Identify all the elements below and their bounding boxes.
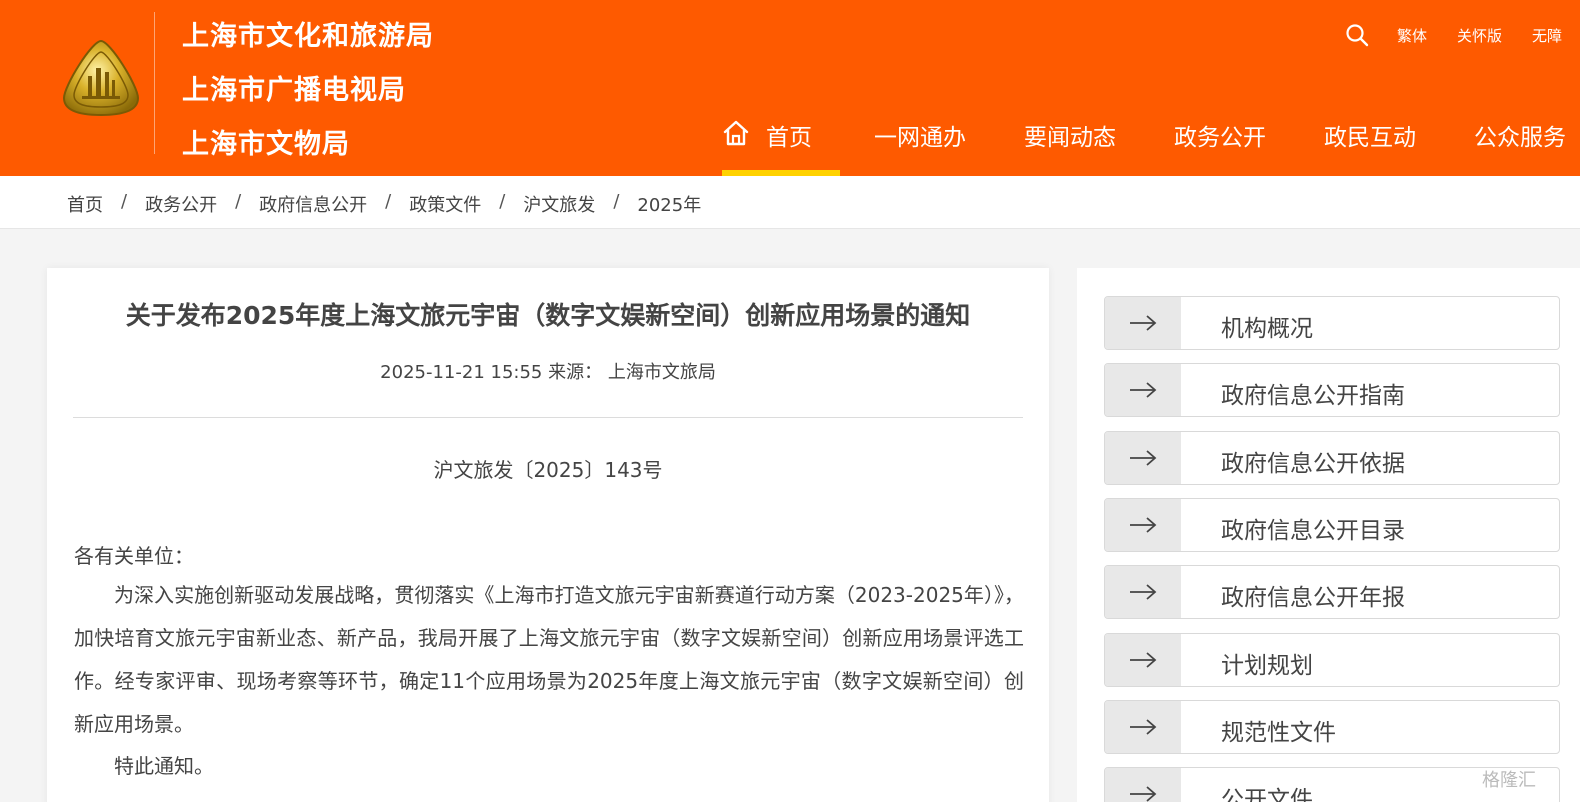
search-icon[interactable] (1345, 23, 1369, 47)
breadcrumb-policy-docs[interactable]: 政策文件 (409, 191, 481, 217)
arrow-box (1105, 297, 1181, 349)
site-header: 上海市文化和旅游局 上海市广播电视局 上海市文物局 繁体 关怀版 无障 首页 一… (0, 0, 1580, 176)
nav-item-public-service[interactable]: 公众服务 (1474, 108, 1566, 176)
sidebar-item-label: 政府信息公开指南 (1221, 383, 1405, 409)
sidebar-item-catalog[interactable]: 政府信息公开目录 (1104, 498, 1560, 552)
arrow-right-icon (1130, 786, 1157, 802)
arrow-box (1105, 768, 1181, 802)
article-divider (73, 417, 1023, 418)
article-meta: 2025-11-21 15:55 来源： 上海市文旅局 (380, 362, 716, 383)
breadcrumb-doc-series[interactable]: 沪文旅发 (523, 191, 595, 217)
arrow-box (1105, 499, 1181, 551)
org-name-radio-tv[interactable]: 上海市广播电视局 (182, 64, 434, 118)
sidebar-item-label: 机构概况 (1221, 316, 1313, 342)
breadcrumb-home[interactable]: 首页 (67, 191, 103, 217)
main-nav: 首页 一网通办 要闻动态 政务公开 政民互动 公众服务 (722, 108, 1566, 176)
nav-item-gov-affairs[interactable]: 政务公开 (1174, 108, 1266, 176)
arrow-box (1105, 566, 1181, 618)
sidebar-item-annual-report[interactable]: 政府信息公开年报 (1104, 565, 1560, 619)
article-paragraph: 为深入实施创新驱动发展战略，贯彻落实《上海市打造文旅元宇宙新赛道行动方案（202… (74, 583, 1024, 736)
arrow-box (1105, 364, 1181, 416)
traditional-chinese-link[interactable]: 繁体 (1397, 25, 1427, 46)
breadcrumb-bar: 首页 / 政务公开 / 政府信息公开 / 政策文件 / 沪文旅发 / 2025年 (0, 176, 1580, 229)
accessibility-link[interactable]: 无障 (1532, 25, 1562, 46)
sidebar-item-planning[interactable]: 计划规划 (1104, 633, 1560, 687)
breadcrumb-gov-affairs[interactable]: 政务公开 (145, 191, 217, 217)
nav-item-home[interactable]: 首页 (722, 108, 840, 176)
home-icon (722, 119, 750, 147)
breadcrumb-year[interactable]: 2025年 (637, 191, 701, 217)
sidebar-item-label: 政府信息公开依据 (1221, 451, 1405, 477)
org-names: 上海市文化和旅游局 上海市广播电视局 上海市文物局 (182, 10, 434, 172)
nav-item-news[interactable]: 要闻动态 (1024, 108, 1116, 176)
org-name-culture-tourism[interactable]: 上海市文化和旅游局 (182, 10, 434, 64)
logo-divider (154, 12, 155, 154)
arrow-box (1105, 432, 1181, 484)
breadcrumb-separator: / (121, 191, 128, 212)
sidebar-item-label: 公开文件 (1221, 787, 1313, 802)
article-title: 关于发布2025年度上海文旅元宇宙（数字文娱新空间）创新应用场景的通知 (125, 301, 971, 330)
arrow-right-icon (1130, 382, 1157, 398)
sidebar: 机构概况 政府信息公开指南 政府信息公开依据 政府信息公开目录 政府信息公开年报… (1077, 268, 1580, 802)
sidebar-item-normative-docs[interactable]: 规范性文件 (1104, 700, 1560, 754)
breadcrumb-gov-info[interactable]: 政府信息公开 (259, 191, 367, 217)
breadcrumb-separator: / (499, 191, 506, 212)
care-mode-link[interactable]: 关怀版 (1457, 25, 1502, 46)
arrow-right-icon (1130, 652, 1157, 668)
nav-item-online-service[interactable]: 一网通办 (874, 108, 966, 176)
header-tools: 繁体 关怀版 无障 (1345, 20, 1580, 50)
arrow-right-icon (1130, 719, 1157, 735)
breadcrumb-separator: / (385, 191, 392, 212)
arrow-right-icon (1130, 450, 1157, 466)
nav-item-interaction[interactable]: 政民互动 (1324, 108, 1416, 176)
sidebar-item-label: 政府信息公开目录 (1221, 518, 1405, 544)
arrow-box (1105, 634, 1181, 686)
sidebar-item-label: 政府信息公开年报 (1221, 585, 1405, 611)
article-closing: 特此通知。 (114, 754, 214, 778)
document-number: 沪文旅发〔2025〕143号 (433, 458, 663, 482)
arrow-right-icon (1130, 584, 1157, 600)
org-name-cultural-relics[interactable]: 上海市文物局 (182, 118, 434, 172)
arrow-right-icon (1130, 315, 1157, 331)
arrow-box (1105, 701, 1181, 753)
sidebar-item-org-overview[interactable]: 机构概况 (1104, 296, 1560, 350)
sidebar-item-guide[interactable]: 政府信息公开指南 (1104, 363, 1560, 417)
arrow-right-icon (1130, 517, 1157, 533)
article-greeting: 各有关单位： (74, 544, 194, 568)
watermark: 格隆汇 (1482, 770, 1536, 791)
sidebar-item-label: 计划规划 (1221, 653, 1313, 679)
sidebar-item-label: 规范性文件 (1221, 720, 1336, 746)
sidebar-item-basis[interactable]: 政府信息公开依据 (1104, 431, 1560, 485)
article-panel: 关于发布2025年度上海文旅元宇宙（数字文娱新空间）创新应用场景的通知 2025… (47, 268, 1049, 802)
nav-label: 首页 (766, 125, 812, 151)
breadcrumb-separator: / (235, 191, 242, 212)
breadcrumb: 首页 / 政务公开 / 政府信息公开 / 政策文件 / 沪文旅发 / 2025年 (67, 191, 701, 217)
emblem-logo[interactable] (60, 38, 142, 118)
breadcrumb-separator: / (613, 191, 620, 212)
